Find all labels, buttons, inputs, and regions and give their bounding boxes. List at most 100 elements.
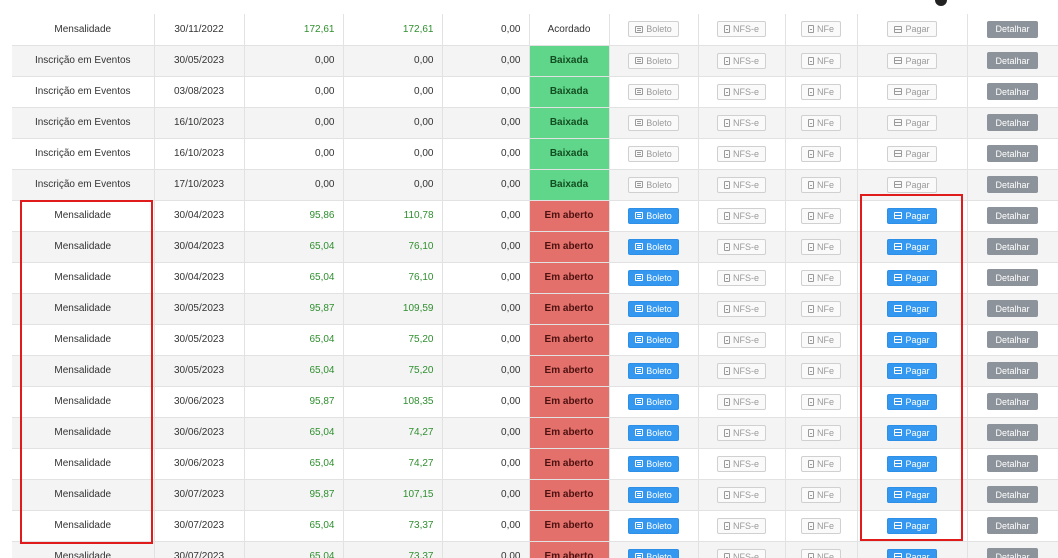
detail-button[interactable]: Detalhar (987, 52, 1038, 69)
detail-button[interactable]: Detalhar (987, 362, 1038, 379)
detail-button[interactable]: Detalhar (987, 176, 1038, 193)
nfe-button[interactable]: NFe (800, 114, 841, 131)
nfse-button[interactable]: NFS-e (716, 176, 766, 193)
pay-button[interactable]: Pagar (887, 269, 937, 286)
pay-button[interactable]: Pagar (887, 486, 937, 503)
nfse-button[interactable]: NFS-e (716, 145, 766, 162)
pay-button[interactable]: Pagar (887, 393, 937, 410)
detail-button[interactable]: Detalhar (987, 393, 1038, 410)
pay-button[interactable]: Pagar (887, 362, 937, 379)
pay-button[interactable]: Pagar (887, 207, 937, 224)
nfse-button[interactable]: NFS-e (716, 362, 766, 379)
credit-card-icon (894, 491, 903, 498)
nfe-button[interactable]: NFe (800, 331, 841, 348)
nfe-button[interactable]: NFe (800, 238, 841, 255)
nfse-button[interactable]: NFS-e (716, 331, 766, 348)
boleto-button[interactable]: Boleto (628, 517, 679, 534)
nfe-button[interactable]: NFe (800, 424, 841, 441)
pay-button[interactable]: Pagar (887, 114, 937, 131)
nfse-button[interactable]: NFS-e (716, 238, 766, 255)
detail-button[interactable]: Detalhar (987, 269, 1038, 286)
nfse-button[interactable]: NFS-e (716, 207, 766, 224)
boleto-button[interactable]: Boleto (628, 548, 679, 558)
pay-button[interactable]: Pagar (887, 238, 937, 255)
detail-button[interactable]: Detalhar (987, 300, 1038, 317)
boleto-button[interactable]: Boleto (628, 424, 679, 441)
pay-button[interactable]: Pagar (887, 300, 937, 317)
detail-button[interactable]: Detalhar (987, 548, 1038, 558)
row-paid-value: 0,00 (442, 200, 530, 232)
nfe-button[interactable]: NFe (800, 83, 841, 100)
nfe-button[interactable]: NFe (800, 517, 841, 534)
nfse-button[interactable]: NFS-e (716, 114, 766, 131)
nfse-button[interactable]: NFS-e (716, 517, 766, 534)
nfe-button[interactable]: NFe (800, 362, 841, 379)
nfse-button[interactable]: NFS-e (716, 83, 766, 100)
boleto-button[interactable]: Boleto (628, 393, 679, 410)
pay-button[interactable]: Pagar (887, 145, 937, 162)
detail-button[interactable]: Detalhar (987, 114, 1038, 131)
boleto-button[interactable]: Boleto (628, 145, 679, 162)
detail-button[interactable]: Detalhar (987, 517, 1038, 534)
boleto-button[interactable]: Boleto (628, 21, 679, 38)
nfe-button[interactable]: NFe (800, 269, 841, 286)
pay-button[interactable]: Pagar (887, 52, 937, 69)
nfse-button[interactable]: NFS-e (716, 548, 766, 558)
nfe-button[interactable]: NFe (800, 393, 841, 410)
boleto-button[interactable]: Boleto (628, 52, 679, 69)
pay-button[interactable]: Pagar (887, 548, 937, 558)
detail-button[interactable]: Detalhar (987, 145, 1038, 162)
detail-button[interactable]: Detalhar (987, 424, 1038, 441)
pay-button[interactable]: Pagar (887, 176, 937, 193)
pay-button[interactable]: Pagar (887, 331, 937, 348)
boleto-button[interactable]: Boleto (628, 176, 679, 193)
nfe-button[interactable]: NFe (800, 176, 841, 193)
nfse-button[interactable]: NFS-e (716, 455, 766, 472)
boleto-button[interactable]: Boleto (628, 269, 679, 286)
nfe-button[interactable]: NFe (800, 145, 841, 162)
nfse-button[interactable]: NFS-e (716, 300, 766, 317)
nfe-button[interactable]: NFe (800, 52, 841, 69)
nfse-button[interactable]: NFS-e (716, 393, 766, 410)
boleto-button[interactable]: Boleto (628, 114, 679, 131)
nfse-cell: NFS-e (698, 76, 786, 108)
boleto-button[interactable]: Boleto (628, 362, 679, 379)
boleto-button[interactable]: Boleto (628, 331, 679, 348)
nfse-button[interactable]: NFS-e (716, 424, 766, 441)
boleto-button[interactable]: Boleto (628, 455, 679, 472)
boleto-cell: Boleto (609, 324, 699, 356)
nfe-button[interactable]: NFe (800, 21, 841, 38)
pay-button[interactable]: Pagar (887, 455, 937, 472)
boleto-button[interactable]: Boleto (628, 238, 679, 255)
row-status-badge: Em aberto (529, 386, 610, 418)
pay-button[interactable]: Pagar (887, 424, 937, 441)
nfe-button-label: NFe (816, 24, 834, 35)
detail-button[interactable]: Detalhar (987, 238, 1038, 255)
nfse-button[interactable]: NFS-e (716, 52, 766, 69)
nfse-button[interactable]: NFS-e (716, 269, 766, 286)
detail-button[interactable]: Detalhar (987, 331, 1038, 348)
pay-button[interactable]: Pagar (887, 517, 937, 534)
boleto-button[interactable]: Boleto (628, 486, 679, 503)
user-avatar-icon[interactable] (935, 0, 947, 6)
detail-button[interactable]: Detalhar (987, 83, 1038, 100)
nfse-button[interactable]: NFS-e (716, 21, 766, 38)
nfe-button[interactable]: NFe (800, 455, 841, 472)
detail-button[interactable]: Detalhar (987, 207, 1038, 224)
boleto-button[interactable]: Boleto (628, 207, 679, 224)
detail-button[interactable]: Detalhar (987, 486, 1038, 503)
nfse-button[interactable]: NFS-e (716, 486, 766, 503)
boleto-button[interactable]: Boleto (628, 300, 679, 317)
detail-cell: Detalhar (967, 293, 1058, 325)
nfe-button[interactable]: NFe (800, 300, 841, 317)
boleto-button[interactable]: Boleto (628, 83, 679, 100)
detail-button[interactable]: Detalhar (987, 20, 1038, 38)
nfe-button[interactable]: NFe (800, 548, 841, 558)
nfe-button[interactable]: NFe (800, 486, 841, 503)
pay-cell: Pagar (857, 200, 968, 232)
pay-button[interactable]: Pagar (887, 21, 937, 38)
nfe-button[interactable]: NFe (800, 207, 841, 224)
pay-button[interactable]: Pagar (887, 83, 937, 100)
row-updated-value: 0,00 (343, 107, 443, 139)
detail-button[interactable]: Detalhar (987, 455, 1038, 472)
